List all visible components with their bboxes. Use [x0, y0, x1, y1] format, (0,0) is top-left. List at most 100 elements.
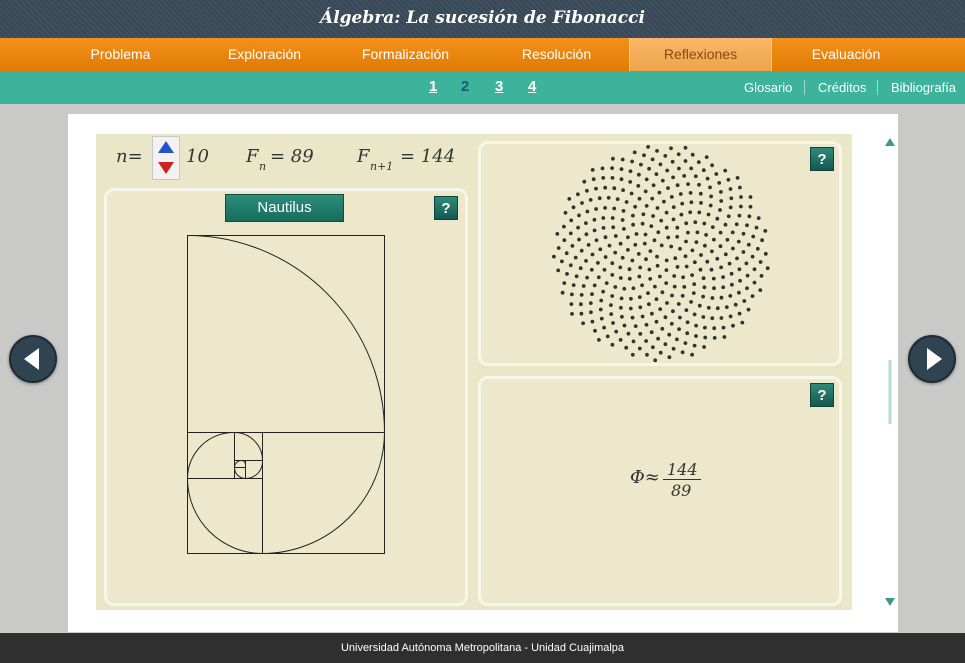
fn1-value: = 144 [400, 146, 456, 167]
seed-dot [651, 183, 656, 188]
nautilus-button[interactable]: Nautilus [225, 194, 344, 222]
seed-dot [586, 243, 591, 247]
seed-dot [690, 352, 694, 357]
scrollbar[interactable] [884, 138, 896, 614]
seed-dot [598, 247, 603, 252]
seed-dot [647, 302, 651, 307]
seed-dot [614, 329, 619, 334]
seed-dot [672, 284, 677, 289]
seed-dot [609, 303, 613, 307]
seed-dot [739, 195, 743, 199]
seed-dot [633, 324, 638, 328]
seed-dot [680, 201, 685, 206]
seed-dot [611, 225, 616, 230]
sunflower-help-button[interactable]: ? [810, 147, 834, 171]
scroll-down-icon[interactable] [885, 598, 895, 606]
page-link-1[interactable]: 1 [429, 78, 437, 95]
seed-dot [678, 315, 682, 320]
triangle-down-icon[interactable] [153, 137, 179, 179]
seed-dot [706, 305, 711, 310]
seed-dot [596, 261, 600, 265]
seed-dot [765, 266, 770, 271]
seed-dot [737, 290, 741, 295]
seed-dot [628, 306, 633, 311]
seed-dot [741, 250, 746, 254]
ratio-help-button[interactable]: ? [810, 383, 834, 407]
seed-dot [669, 146, 673, 151]
n-stepper[interactable] [152, 136, 180, 180]
tab-reflexiones[interactable]: Reflexiones [629, 38, 772, 71]
credits-link[interactable]: Créditos [818, 80, 866, 95]
seed-dot [634, 232, 639, 236]
seed-dot [710, 316, 715, 321]
fn-subscript: n [259, 160, 267, 173]
seed-dot [657, 190, 662, 195]
seed-dot [737, 267, 742, 272]
tab-formalizacion[interactable]: Formalización [327, 38, 484, 71]
seed-dot [721, 275, 725, 279]
seed-dot [684, 264, 689, 269]
seed-dot [576, 225, 580, 230]
seed-dot [556, 268, 561, 273]
page-link-3[interactable]: 3 [495, 78, 503, 95]
seed-dot [719, 295, 724, 300]
seed-dot [592, 217, 597, 222]
seed-dot [643, 189, 648, 194]
scroll-thumb[interactable] [888, 360, 892, 424]
tab-exploracion[interactable]: Exploración [193, 38, 336, 71]
tab-evaluacion[interactable]: Evaluación [772, 38, 920, 71]
seed-dot [671, 205, 676, 209]
scroll-up-icon[interactable] [885, 138, 895, 146]
seed-dot [610, 342, 615, 347]
seed-dot [618, 338, 623, 342]
seed-dot [571, 205, 576, 210]
seed-dot [631, 286, 636, 291]
seed-dot [719, 265, 723, 270]
page-link-4[interactable]: 4 [528, 78, 536, 95]
seed-dot [701, 294, 705, 299]
seed-dot [745, 223, 749, 228]
seed-dot [693, 220, 698, 225]
seed-dot [600, 166, 605, 171]
bibliography-link[interactable]: Bibliografía [891, 80, 956, 95]
seed-dot [615, 197, 620, 201]
prev-page-button[interactable] [9, 335, 57, 383]
seed-dot [607, 243, 612, 248]
seed-dot [622, 323, 627, 328]
seed-dot [702, 285, 707, 290]
seed-dot [577, 213, 581, 218]
seed-dot [655, 254, 659, 259]
seed-dot [748, 204, 753, 209]
seed-dot [669, 321, 674, 326]
fn1-symbol: F [357, 146, 370, 167]
seed-dot [664, 268, 669, 272]
sub-nav: 1 2 3 4 Glosario Créditos Bibliografía [0, 71, 965, 104]
page-link-2[interactable]: 2 [461, 78, 469, 95]
seed-dot [649, 224, 654, 228]
seed-dot [597, 196, 602, 201]
seed-dot [638, 332, 643, 336]
seed-dot [730, 230, 735, 235]
seed-dot [651, 345, 655, 350]
next-page-button[interactable] [908, 335, 956, 383]
seed-dot [622, 227, 626, 231]
seed-dot [658, 350, 663, 355]
seed-dot [701, 315, 706, 319]
seed-dot [560, 290, 565, 295]
seed-dot [621, 209, 626, 213]
seed-dot [636, 252, 641, 256]
tab-resolucion[interactable]: Resolución [484, 38, 629, 71]
seed-dot [604, 281, 609, 285]
seed-dot [584, 259, 588, 263]
seed-dot [555, 232, 560, 236]
nautilus-help-button[interactable]: ? [434, 196, 458, 220]
seed-dot [684, 239, 688, 244]
seed-dot [644, 322, 649, 327]
seed-dot [665, 301, 669, 305]
seed-dot [624, 200, 629, 204]
divider [804, 80, 805, 95]
seed-dot [737, 213, 742, 218]
glossary-link[interactable]: Glosario [744, 80, 792, 95]
seed-dot [676, 302, 681, 306]
seed-dot [708, 203, 713, 208]
